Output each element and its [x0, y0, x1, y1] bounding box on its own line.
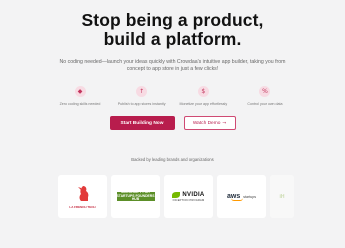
logo-microsoft-founders-hub: MICROSOFT FOR STARTUPS FOUNDERS HUB [111, 175, 160, 218]
hero-subtitle: No coding needed—launch your ideas quick… [59, 59, 286, 72]
watch-demo-button[interactable]: Watch Demo → [183, 116, 236, 130]
logo-french-tech: LA FRENCH TECH [58, 175, 107, 218]
feature-label: Publish to app stores instantly [117, 102, 166, 106]
logo-aws-startups: aws startups [217, 175, 266, 218]
partial-logo-text: iH [279, 193, 285, 200]
partner-logos: LA FRENCH TECH MICROSOFT FOR STARTUPS FO… [58, 175, 310, 218]
aws-smile-icon [230, 198, 243, 201]
arrow-right-icon: → [222, 120, 227, 126]
microsoft-logo-badge: MICROSOFT FOR STARTUPS FOUNDERS HUB [116, 190, 155, 202]
feature-no-code: ◆ Zero coding skills needed [52, 86, 108, 106]
logo-partial: iH [270, 175, 294, 218]
watch-demo-label: Watch Demo [192, 120, 221, 126]
feature-list: ◆ Zero coding skills needed ↑ Publish to… [52, 86, 293, 106]
french-tech-text: LA FRENCH TECH [69, 205, 96, 209]
backed-by-label: Backed by leading brands and organizatio… [131, 157, 214, 162]
dollar-icon: $ [197, 86, 209, 97]
feature-data-control: % Control your own data [237, 86, 293, 106]
aws-subtitle: startups [243, 194, 257, 199]
cta-row: Start Building Now Watch Demo → [0, 116, 345, 130]
microsoft-line-2: STARTUPS FOUNDERS HUB [116, 193, 155, 202]
feature-monetize: $ Monetize your app effortlessly [175, 86, 231, 106]
percent-icon: % [259, 86, 271, 97]
nvidia-subtitle: INCEPTION PROGRAM [172, 198, 205, 202]
feature-label: Monetize your app effortlessly [179, 102, 228, 106]
rooster-icon [77, 186, 88, 201]
code-icon: ◆ [74, 86, 86, 97]
upload-icon: ↑ [136, 86, 148, 97]
hero-title: Stop being a product, build a platform. [0, 11, 345, 49]
hero-title-line-2: build a platform. [103, 29, 242, 49]
nvidia-name: NVIDIA [182, 191, 205, 198]
feature-label: Control your own data [247, 102, 283, 106]
start-building-button[interactable]: Start Building Now [109, 116, 175, 130]
feature-publish: ↑ Publish to app stores instantly [114, 86, 170, 106]
hero-title-line-1: Stop being a product, [81, 10, 264, 30]
feature-label: Zero coding skills needed [59, 102, 101, 106]
nvidia-eye-icon [172, 191, 181, 198]
logo-nvidia-inception: NVIDIA INCEPTION PROGRAM [164, 175, 213, 218]
